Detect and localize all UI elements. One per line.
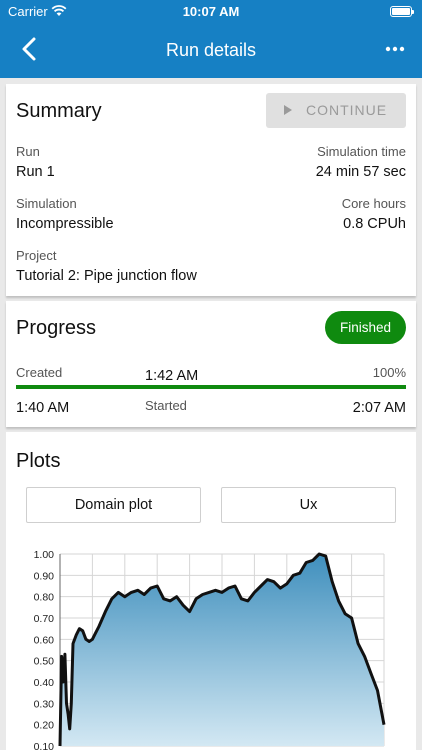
status-time: 10:07 AM [182,4,240,19]
created-label: Created [16,365,63,380]
continue-button[interactable]: CONTINUE [266,93,406,128]
y-tick-label: 1.00 [34,549,55,561]
run-value: Run 1 [16,164,55,180]
ux-plot-button[interactable]: Ux [221,487,396,523]
y-tick-label: 0.90 [34,570,55,582]
progress-card: Progress Finished Created 1:42 AM 100% 1… [6,301,416,427]
summary-card: Summary CONTINUE Run Run 1 Simulation ti… [6,84,416,296]
simulation-label: Simulation [16,196,77,211]
percent-label: 100% [372,365,406,380]
y-tick-label: 0.30 [34,698,55,710]
domain-plot-button[interactable]: Domain plot [26,487,201,523]
y-tick-label: 0.60 [34,634,55,646]
y-tick-label: 0.20 [34,720,55,732]
y-tick-label: 0.80 [34,592,55,604]
status-bar: Carrier 10:07 AM [0,0,422,22]
simulation-value: Incompressible [16,216,114,232]
progress-bar [16,385,406,389]
page-title: Run details [165,40,257,60]
y-tick-label: 0.40 [34,677,55,689]
plots-heading: Plots [16,450,61,472]
created-time: 1:42 AM [145,368,199,384]
plots-card: Plots Domain plot Ux 1.00 0.90 0.80 0.70 0.6… [6,432,416,750]
status-badge: Finished [325,311,406,344]
summary-heading: Summary [16,100,102,122]
end-time: 2:07 AM [352,400,406,416]
project-value: Tutorial 2: Pipe junction flow [16,268,197,284]
play-icon [284,105,292,115]
battery-icon [390,6,414,17]
progress-bar-fill [16,385,406,389]
started-label: Started [145,398,187,413]
y-tick-label: 0.70 [34,613,55,625]
core-hours-value: 0.8 CPUh [343,216,406,232]
progress-heading: Progress [16,317,97,339]
y-tick-label: 0.10 [34,741,55,750]
run-label: Run [16,144,40,159]
y-tick-label: 0.50 [34,656,55,668]
ux-chart: 1.00 0.90 0.80 0.70 0.60 0.50 0.40 0.30 0.20 0.10 [34,549,386,750]
more-horizontal-icon[interactable] [384,38,406,60]
project-label: Project [16,248,57,263]
simulation-time-label: Simulation time [317,144,406,159]
start-time: 1:40 AM [16,400,70,416]
simulation-time-value: 24 min 57 sec [315,164,406,180]
nav-bar: Carrier 10:07 AM Run details [0,0,422,78]
core-hours-label: Core hours [341,196,406,211]
continue-label: CONTINUE [306,102,388,118]
